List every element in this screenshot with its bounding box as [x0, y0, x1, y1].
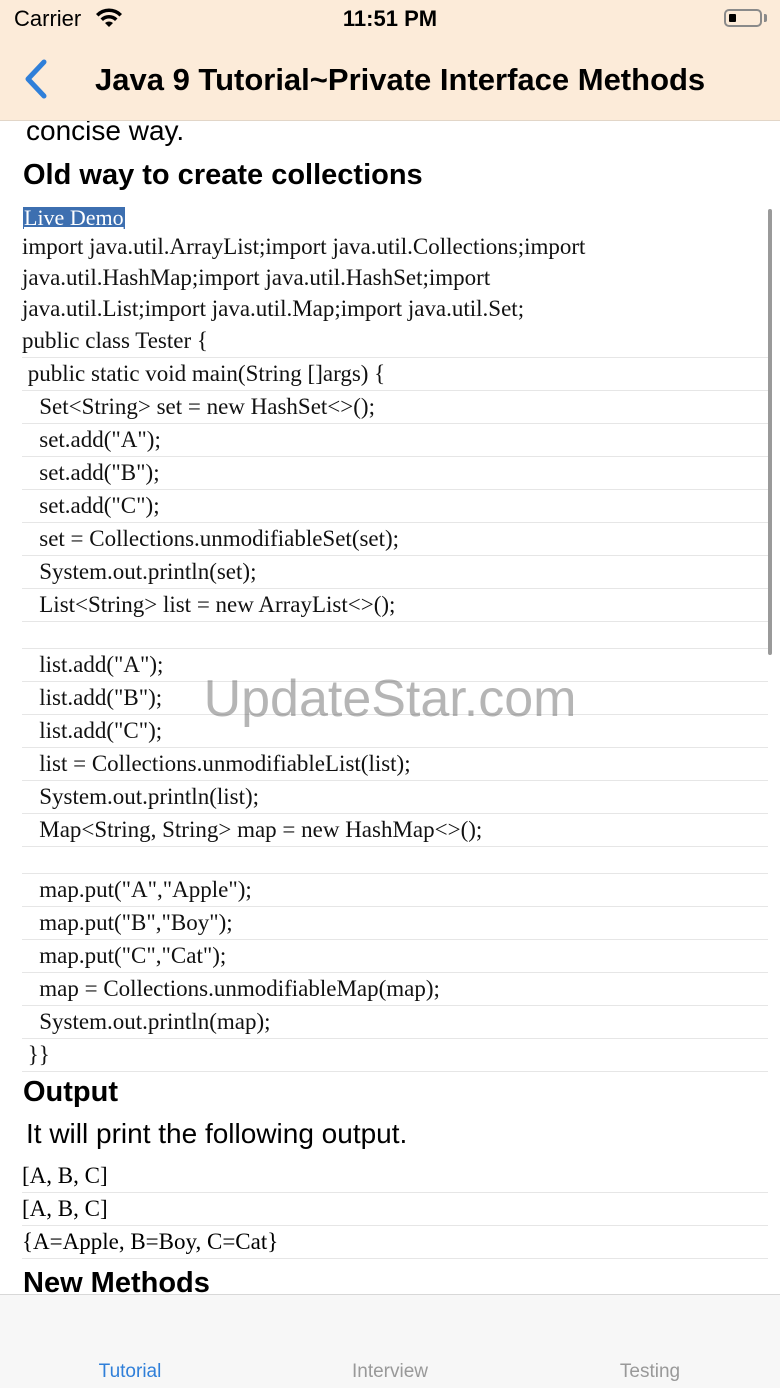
code-line: System.out.println(list); — [22, 781, 768, 814]
clock: 11:51 PM — [342, 6, 438, 31]
code-line: list = Collections.unmodifiableList(list… — [22, 748, 768, 781]
heading-output: Output — [23, 1076, 119, 1108]
code-line: map.put("C","Cat"); — [22, 940, 768, 973]
back-chevron-icon[interactable] — [18, 56, 58, 102]
code-line — [22, 847, 768, 874]
import-line: import java.util.ArrayList;import java.u… — [22, 234, 586, 259]
code-line: List<String> list = new ArrayList<>(); — [22, 589, 768, 622]
tutorial-content[interactable]: concise way. Old way to create collectio… — [0, 121, 780, 1294]
tab-bar: Tutorial Interview Testing — [0, 1294, 780, 1388]
tab-tutorial[interactable]: Tutorial — [0, 1361, 260, 1383]
import-line: java.util.List;import java.util.Map;impo… — [22, 296, 525, 321]
code-line: }} — [22, 1039, 768, 1072]
code-line — [22, 622, 768, 649]
code-line: list.add("A"); — [22, 649, 768, 682]
code-line: map = Collections.unmodifiableMap(map); — [22, 973, 768, 1006]
battery-icon — [724, 9, 762, 27]
tab-testing[interactable]: Testing — [520, 1361, 780, 1383]
status-bar: Carrier 11:51 PM — [0, 0, 780, 40]
output-line: [A, B, C] — [22, 1160, 768, 1193]
code-line: set = Collections.unmodifiableSet(set); — [22, 523, 768, 556]
import-line: java.util.HashMap;import java.util.HashS… — [22, 265, 491, 290]
code-line: set.add("C"); — [22, 490, 768, 523]
code-line: Map<String, String> map = new HashMap<>(… — [22, 814, 768, 847]
output-intro: It will print the following output. — [26, 1118, 408, 1149]
code-line: System.out.println(map); — [22, 1006, 768, 1039]
battery-nub — [764, 14, 767, 22]
scroll-indicator[interactable] — [768, 209, 772, 655]
code-line: public static void main(String []args) { — [22, 358, 768, 391]
code-line: map.put("A","Apple"); — [22, 874, 768, 907]
output-line: {A=Apple, B=Boy, C=Cat} — [22, 1226, 768, 1259]
code-line: public class Tester { — [22, 325, 768, 358]
heading-new-methods: New Methods — [23, 1267, 210, 1294]
output-line: [A, B, C] — [22, 1193, 768, 1226]
heading-old-way: Old way to create collections — [23, 159, 423, 191]
code-line: map.put("B","Boy"); — [22, 907, 768, 940]
live-demo-link[interactable]: Live Demo — [23, 207, 125, 229]
code-line: set.add("B"); — [22, 457, 768, 490]
page-title: Java 9 Tutorial~Private Interface Method… — [95, 62, 706, 97]
code-line: System.out.println(set); — [22, 556, 768, 589]
code-line: Set<String> set = new HashSet<>(); — [22, 391, 768, 424]
code-line: list.add("B"); — [22, 682, 768, 715]
intro-text-tail: concise way. — [26, 121, 185, 146]
code-line: set.add("A"); — [22, 424, 768, 457]
code-line: list.add("C"); — [22, 715, 768, 748]
navigation-bar: Java 9 Tutorial~Private Interface Method… — [0, 40, 780, 121]
tab-interview[interactable]: Interview — [260, 1361, 520, 1383]
